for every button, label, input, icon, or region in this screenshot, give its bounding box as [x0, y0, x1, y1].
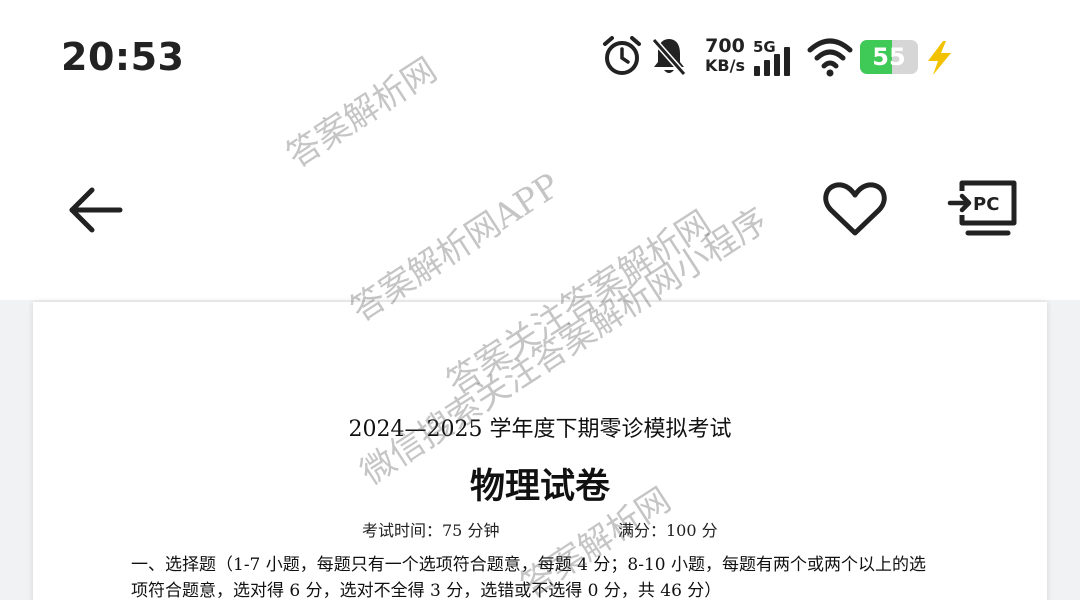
cast-to-pc-icon: PC	[947, 180, 1017, 236]
status-time: 20:53	[61, 35, 185, 79]
section-instruction-line: 一、选择题（1-7 小题，每题只有一个选项符合题意，每题 4 分；8-10 小题…	[131, 555, 926, 575]
full-score: 满分：100 分	[618, 521, 718, 540]
signal-icon	[754, 47, 790, 76]
section-instruction-line: 项符合题意，选对得 6 分，选对不全得 3 分，选错或不选得 0 分，共 46 …	[131, 581, 722, 600]
favorite-button[interactable]	[820, 177, 890, 241]
net-speed-value: 700	[705, 35, 745, 57]
battery-level: 55	[872, 43, 906, 71]
back-button[interactable]	[60, 180, 132, 240]
net-speed: 700 KB/s	[695, 35, 755, 76]
cast-to-pc-button[interactable]: PC	[946, 177, 1022, 243]
top-nav-bar: PC	[0, 115, 1080, 300]
net-speed-unit: KB/s	[705, 56, 745, 75]
heart-icon	[823, 182, 887, 236]
battery-icon: 55	[860, 40, 918, 74]
status-bar: 20:53 700 KB/s 5G 55	[0, 0, 1080, 115]
app-screen: 20:53 700 KB/s 5G 55 PC 2024—2025 学年度下期零…	[0, 0, 1080, 600]
wifi-icon	[807, 38, 853, 77]
back-arrow-icon	[69, 187, 123, 233]
alarm-icon	[603, 36, 641, 75]
pc-label: PC	[973, 194, 999, 215]
document-title: 2024—2025 学年度下期零诊模拟考试	[348, 417, 732, 442]
charging-bolt-icon	[928, 41, 951, 75]
exam-time: 考试时间：75 分钟	[362, 521, 500, 540]
battery-indicator: 55	[860, 40, 920, 74]
document-subject: 物理试卷	[469, 467, 610, 507]
bell-muted-icon	[651, 38, 687, 76]
